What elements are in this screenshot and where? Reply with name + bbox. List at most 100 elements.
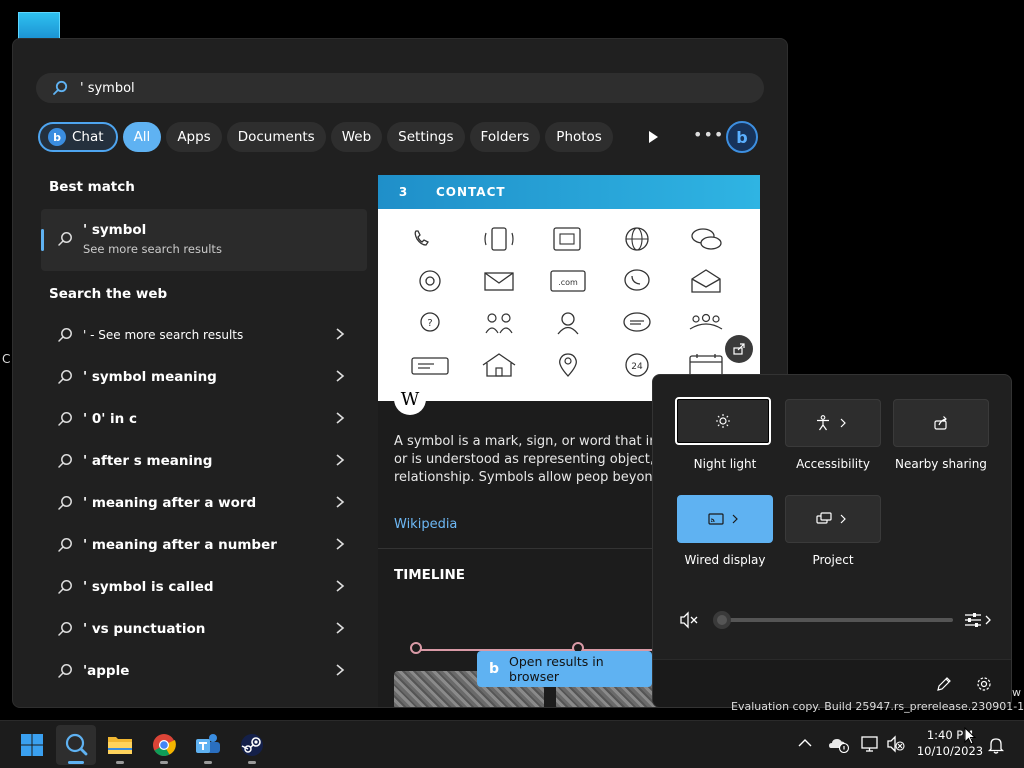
accessibility-tile[interactable] — [785, 399, 881, 447]
chevron-right-icon — [336, 412, 345, 424]
home-icon — [477, 351, 521, 379]
timeline-header: TIMELINE — [394, 567, 466, 583]
filter-photos[interactable]: Photos — [545, 122, 613, 152]
best-match-title: ' symbol — [83, 222, 147, 238]
search-box[interactable] — [36, 73, 764, 103]
search-icon — [58, 328, 72, 342]
chevron-right-icon — [336, 538, 345, 550]
cast-icon — [708, 513, 738, 525]
svg-text:?: ? — [427, 318, 432, 329]
dotcom-icon: .com — [546, 267, 590, 295]
evaluation-watermark: Evaluation copy. Build 25947.rs_prerelea… — [731, 700, 1024, 713]
wired-display-tile[interactable] — [677, 495, 773, 543]
web-result-label: ' symbol meaning — [83, 369, 217, 385]
support-people-icon — [477, 309, 521, 337]
web-result-item[interactable]: ' symbol meaning — [41, 356, 367, 398]
best-match-item[interactable]: ' symbol See more search results — [41, 209, 367, 271]
chevron-up-icon[interactable] — [798, 738, 812, 748]
timeline-point[interactable] — [410, 642, 422, 654]
search-icon — [58, 496, 72, 510]
network-icon[interactable] — [860, 735, 880, 753]
filter-all[interactable]: All — [122, 122, 162, 152]
brightness-icon — [716, 414, 730, 428]
more-options-icon[interactable]: ••• — [693, 125, 724, 144]
accessibility-label: Accessibility — [796, 457, 870, 471]
desktop-stray-letter: C — [2, 352, 11, 366]
onedrive-warning-icon[interactable] — [828, 735, 850, 753]
bing-icon[interactable]: b — [726, 121, 758, 153]
teams-button[interactable] — [188, 725, 228, 765]
filter-documents[interactable]: Documents — [226, 122, 326, 152]
chevron-right-icon — [336, 580, 345, 592]
project-tile[interactable] — [785, 495, 881, 543]
sound-output-icon[interactable] — [963, 611, 993, 629]
file-explorer-button[interactable] — [100, 725, 140, 765]
web-result-item[interactable]: ' vs punctuation — [41, 608, 367, 650]
project-icon — [816, 512, 846, 524]
web-result-item[interactable]: ' meaning after a word — [41, 482, 367, 524]
contact-icon-grid: .com? 24 — [408, 225, 736, 379]
share-image-button[interactable] — [725, 335, 753, 363]
best-match-subtitle: See more search results — [83, 242, 222, 256]
steam-button[interactable] — [232, 725, 272, 765]
nearby-sharing-label: Nearby sharing — [895, 457, 987, 471]
web-result-item[interactable]: ' 0' in c — [41, 398, 367, 440]
open-results-in-browser-button[interactable]: b Open results in browser — [477, 651, 652, 687]
filter-web[interactable]: Web — [330, 122, 383, 152]
best-match-header: Best match — [49, 179, 135, 195]
nearby-sharing-tile[interactable] — [893, 399, 989, 447]
filter-bar: b Chat All Apps Documents Web Settings F… — [38, 121, 618, 153]
group-icon — [684, 309, 728, 337]
search-icon — [58, 622, 72, 636]
notification-bell-icon[interactable] — [988, 736, 1004, 754]
web-result-label: ' 0' in c — [83, 411, 137, 427]
filter-chat[interactable]: b Chat — [38, 122, 118, 152]
taskbar-search-button[interactable] — [56, 725, 96, 765]
web-result-label: ' meaning after a word — [83, 495, 257, 511]
web-result-item[interactable]: ' after s meaning — [41, 440, 367, 482]
filter-settings[interactable]: Settings — [387, 122, 465, 152]
web-result-item[interactable]: ' meaning after a number — [41, 524, 367, 566]
volume-slider-thumb[interactable] — [713, 611, 731, 629]
volume-muted-icon[interactable] — [679, 611, 699, 629]
filter-folders[interactable]: Folders — [469, 122, 541, 152]
settings-gear-icon[interactable] — [975, 675, 993, 693]
chrome-button[interactable] — [144, 725, 184, 765]
location-pin-icon — [546, 351, 590, 379]
windows-logo-icon — [21, 734, 43, 756]
steam-icon — [241, 734, 263, 756]
preview-image[interactable]: 3 CONTACT .com? 24 — [378, 175, 760, 401]
open-mail-icon — [684, 267, 728, 295]
mouse-cursor-icon — [964, 727, 977, 745]
search-result-icon — [58, 232, 72, 246]
running-indicator — [204, 761, 212, 764]
filter-apps[interactable]: Apps — [166, 122, 222, 152]
web-result-label: ' symbol is called — [83, 579, 214, 595]
chat-bubbles-icon — [684, 225, 728, 253]
edit-pencil-icon[interactable] — [935, 675, 953, 693]
web-result-label: ' after s meaning — [83, 453, 213, 469]
contact-card-icon — [546, 225, 590, 253]
search-input[interactable] — [80, 80, 700, 96]
start-button[interactable] — [12, 725, 52, 765]
search-icon — [58, 664, 72, 678]
volume-muted-tray-icon[interactable] — [886, 735, 906, 753]
search-icon — [58, 370, 72, 384]
active-indicator — [68, 761, 84, 764]
web-result-item[interactable]: ' - See more search results — [41, 314, 367, 356]
play-more-filters-icon[interactable] — [643, 127, 663, 147]
source-link[interactable]: Wikipedia — [394, 517, 457, 532]
chevron-right-icon — [336, 664, 345, 676]
search-icon — [53, 80, 68, 95]
web-result-item[interactable]: ' symbol is called — [41, 566, 367, 608]
phone-bubble-icon — [615, 267, 659, 295]
web-result-item[interactable]: 'apple — [41, 650, 367, 692]
nearby-sharing-icon — [934, 416, 947, 430]
taskbar: 1:40 PM 10/10/2023 — [0, 720, 1024, 768]
volume-slider[interactable] — [721, 618, 953, 622]
wired-display-label: Wired display — [684, 553, 766, 567]
preview-banner: 3 CONTACT — [378, 175, 760, 209]
night-light-tile[interactable] — [675, 397, 771, 445]
banner-number: 3 — [398, 185, 408, 199]
chevron-right-icon — [336, 370, 345, 382]
